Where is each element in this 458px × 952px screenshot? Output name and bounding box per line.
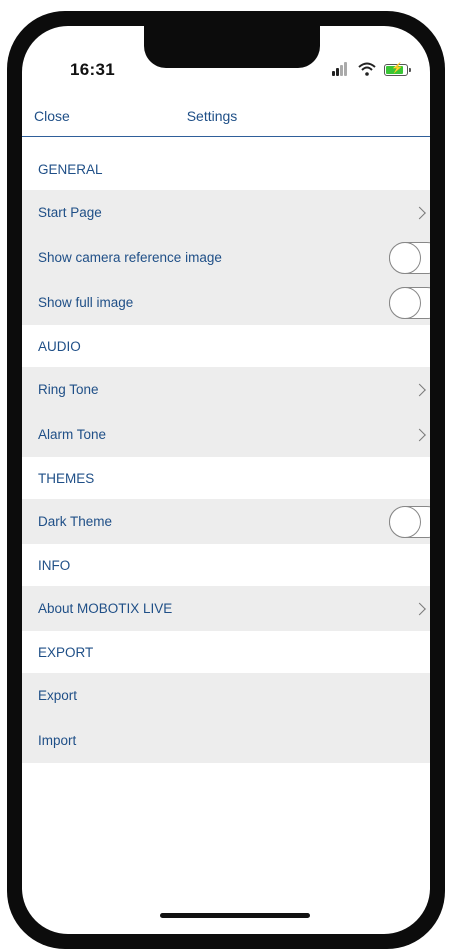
toggle-knob: [389, 241, 421, 274]
settings-list: GENERAL Start Page Show camera reference…: [22, 148, 430, 763]
wifi-icon: [358, 62, 376, 76]
start-page-row[interactable]: Start Page: [22, 190, 430, 235]
section-header-info: INFO: [22, 544, 430, 586]
alarm-tone-row[interactable]: Alarm Tone: [22, 412, 430, 457]
navigation-bar: Close Settings: [22, 96, 430, 137]
section-header-general: GENERAL: [22, 148, 430, 190]
row-label: Alarm Tone: [38, 427, 107, 442]
ring-tone-row[interactable]: Ring Tone: [22, 367, 430, 412]
show-camera-reference-image-toggle[interactable]: [389, 241, 430, 274]
notch: [144, 26, 320, 68]
section-header-audio: AUDIO: [22, 325, 430, 367]
battery-charging-icon: ⚡: [384, 63, 411, 76]
show-full-image-row: Show full image: [22, 280, 430, 325]
status-time: 16:31: [70, 60, 115, 79]
row-label: About MOBOTIX LIVE: [38, 601, 173, 616]
screen: 16:31 ⚡ Close Settings GENERAL Start Pag…: [22, 26, 430, 934]
row-label: Start Page: [38, 205, 102, 220]
row-label: Show full image: [38, 295, 134, 310]
row-label: Dark Theme: [38, 514, 113, 529]
chevron-right-icon: [413, 206, 426, 219]
home-indicator[interactable]: [160, 913, 310, 918]
toggle-knob: [389, 505, 421, 538]
import-row[interactable]: Import: [22, 718, 430, 763]
row-label: Import: [38, 733, 77, 748]
chevron-right-icon: [413, 602, 426, 615]
chevron-right-icon: [413, 428, 426, 441]
section-header-themes: THEMES: [22, 457, 430, 499]
export-row[interactable]: Export: [22, 673, 430, 718]
section-header-export: EXPORT: [22, 631, 430, 673]
show-camera-reference-image-row: Show camera reference image: [22, 235, 430, 280]
dark-theme-row: Dark Theme: [22, 499, 430, 544]
row-label: Ring Tone: [38, 382, 99, 397]
signal-icon: [332, 62, 352, 76]
toggle-knob: [389, 286, 421, 319]
dark-theme-toggle[interactable]: [389, 505, 430, 538]
row-label: Export: [38, 688, 78, 703]
phone-frame: 16:31 ⚡ Close Settings GENERAL Start Pag…: [7, 11, 445, 949]
show-full-image-toggle[interactable]: [389, 286, 430, 319]
chevron-right-icon: [413, 383, 426, 396]
about-row[interactable]: About MOBOTIX LIVE: [22, 586, 430, 631]
row-label: Show camera reference image: [38, 250, 222, 265]
page-title: Settings: [186, 108, 238, 124]
